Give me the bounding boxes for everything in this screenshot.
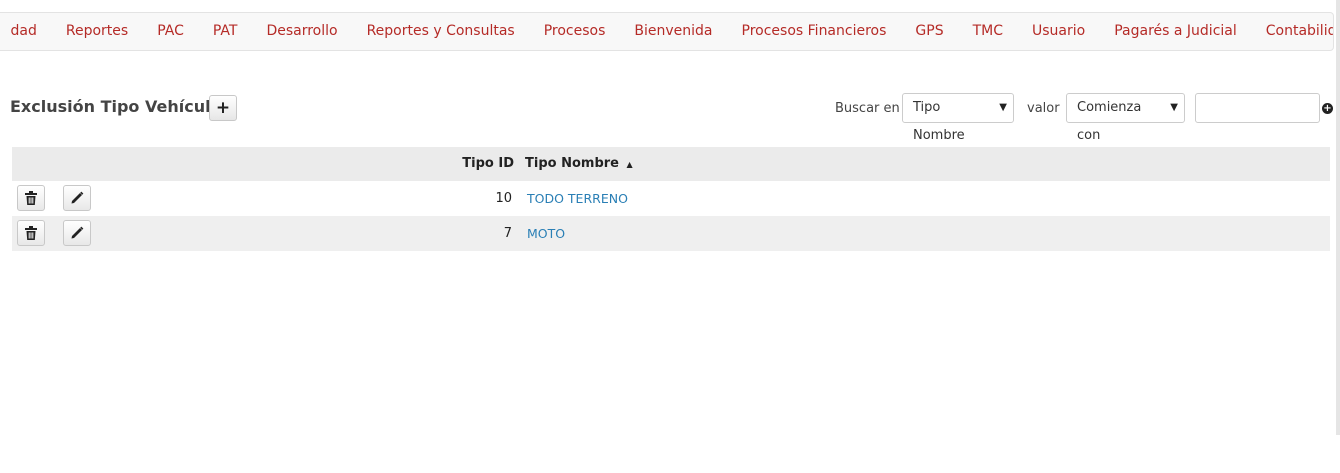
search-field-value: Tipo Nombre xyxy=(913,100,965,143)
search-field-label: Buscar en xyxy=(835,101,900,116)
table-row: 10 TODO TERRENO xyxy=(12,181,1330,216)
nav-item-pac[interactable]: PAC xyxy=(143,13,199,50)
nav-item-gps[interactable]: GPS xyxy=(901,13,958,50)
trash-icon xyxy=(25,191,37,205)
cell-tipo-id: 7 xyxy=(503,226,512,241)
search-input[interactable] xyxy=(1195,93,1320,123)
caret-down-icon: ▼ xyxy=(999,102,1007,113)
cell-tipo-nombre-link[interactable]: MOTO xyxy=(527,216,565,251)
page-title: Exclusión Tipo Vehículo xyxy=(10,97,222,116)
cell-tipo-id: 10 xyxy=(495,191,512,206)
nav-menu: dad Reportes PAC PAT Desarrollo Reportes… xyxy=(0,13,1334,50)
delete-button[interactable] xyxy=(17,185,45,211)
plus-icon: + xyxy=(215,98,231,118)
header-tipo-nombre-label: Tipo Nombre xyxy=(525,156,619,171)
search-plus-circle-icon[interactable]: + xyxy=(1322,103,1333,114)
nav-item-reportes-consultas[interactable]: Reportes y Consultas xyxy=(352,13,529,50)
edit-button[interactable] xyxy=(63,220,91,246)
search-mode-select[interactable]: Comienza con ▼ xyxy=(1066,93,1185,143)
table-row: 7 MOTO xyxy=(12,216,1330,251)
pencil-icon xyxy=(71,191,84,204)
nav-item-desarrollo[interactable]: Desarrollo xyxy=(252,13,352,50)
vertical-scrollbar[interactable] xyxy=(1336,0,1340,435)
sort-asc-icon: ▲ xyxy=(626,160,633,169)
search-field-select[interactable]: Tipo Nombre ▼ xyxy=(902,93,1014,143)
edit-button[interactable] xyxy=(63,185,91,211)
nav-item-reportes[interactable]: Reportes xyxy=(51,13,142,50)
nav-item-pat[interactable]: PAT xyxy=(198,13,252,50)
nav-item-procesos-financieros[interactable]: Procesos Financieros xyxy=(727,13,901,50)
nav-item-bienvenida[interactable]: Bienvenida xyxy=(620,13,727,50)
search-value-label: valor xyxy=(1027,101,1060,116)
caret-down-icon: ▼ xyxy=(1170,102,1178,113)
nav-item-procesos[interactable]: Procesos xyxy=(529,13,620,50)
nav-item-contabilidad[interactable]: Contabilidad xyxy=(1251,13,1333,50)
delete-button[interactable] xyxy=(17,220,45,246)
header-tipo-nombre[interactable]: Tipo Nombre ▲ xyxy=(525,147,633,182)
nav-item-contabilidad-partial[interactable]: dad xyxy=(0,13,51,50)
nav-item-pagares-judicial[interactable]: Pagarés a Judicial xyxy=(1100,13,1252,50)
top-navbar: dad Reportes PAC PAT Desarrollo Reportes… xyxy=(0,12,1334,51)
nav-item-usuario[interactable]: Usuario xyxy=(1018,13,1100,50)
cell-tipo-nombre-link[interactable]: TODO TERRENO xyxy=(527,181,628,216)
nav-item-tmc[interactable]: TMC xyxy=(958,13,1017,50)
header-tipo-id[interactable]: Tipo ID xyxy=(462,147,514,181)
table-header: Tipo ID Tipo Nombre ▲ xyxy=(12,147,1330,181)
pencil-icon xyxy=(71,226,84,239)
search-mode-value: Comienza con xyxy=(1077,100,1142,143)
trash-icon xyxy=(25,226,37,240)
add-button[interactable]: + xyxy=(209,95,237,121)
data-table: Tipo ID Tipo Nombre ▲ 10 TODO TERRENO 7 … xyxy=(12,147,1330,251)
